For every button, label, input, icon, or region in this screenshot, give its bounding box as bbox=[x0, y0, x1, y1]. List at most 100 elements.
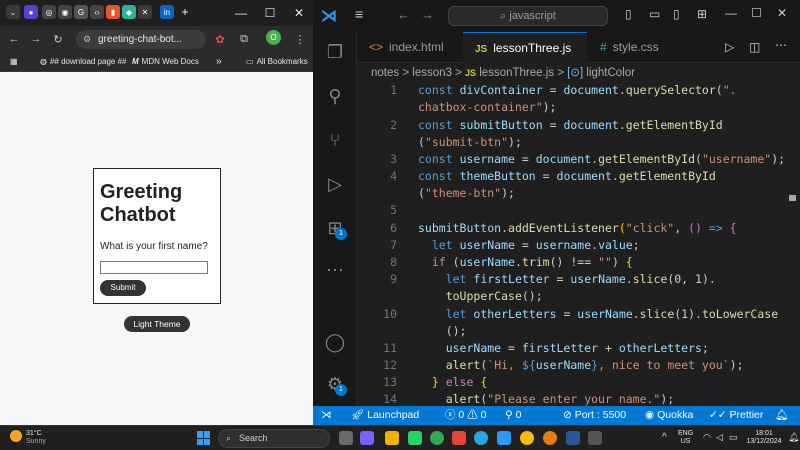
split-editor-icon[interactable]: ◫ bbox=[749, 40, 760, 54]
search-icon[interactable]: ⚲ bbox=[323, 84, 347, 108]
tab-favicon[interactable]: G bbox=[74, 5, 88, 19]
menu-kebab-icon[interactable]: ⋮ bbox=[292, 31, 308, 47]
tab-index-html[interactable]: <> index.html bbox=[357, 32, 462, 63]
notifications-icon[interactable]: 🔔︎ bbox=[788, 433, 799, 442]
tab-favicon[interactable]: ‹› bbox=[90, 5, 104, 19]
whatsapp-icon[interactable] bbox=[408, 431, 422, 445]
source-control-icon[interactable]: ⑂ bbox=[323, 128, 347, 152]
word-icon[interactable] bbox=[566, 431, 580, 445]
weather-temp: 31°C bbox=[26, 430, 42, 437]
more-icon[interactable]: ⋯ bbox=[323, 258, 347, 282]
customize-layout-icon[interactable]: ⊞ bbox=[697, 7, 707, 21]
volume-icon[interactable]: ◁ bbox=[716, 433, 723, 442]
chrome-taskbar-icon[interactable] bbox=[430, 431, 444, 445]
tab-lessonthree-js[interactable]: JS lessonThree.js bbox=[463, 32, 587, 63]
tab-style-css[interactable]: # style.css bbox=[588, 32, 684, 63]
language-bottom: US bbox=[680, 438, 691, 445]
toggle-panel-icon[interactable]: ▭ bbox=[649, 7, 660, 21]
minimize-icon[interactable]: — bbox=[725, 6, 737, 20]
app-taskbar-icon[interactable] bbox=[452, 431, 466, 445]
bookmark-download-page[interactable]: ◍ ## download page ## bbox=[40, 56, 127, 68]
windows-start-icon[interactable] bbox=[197, 431, 211, 445]
line-number: 1 bbox=[390, 83, 397, 97]
command-search[interactable]: ⌕ javascript bbox=[448, 6, 608, 26]
breadcrumb-item[interactable]: lightColor bbox=[586, 67, 635, 79]
tab-favicon[interactable]: ◆ bbox=[122, 5, 136, 19]
blender-icon[interactable] bbox=[543, 431, 557, 445]
nav-back-icon[interactable]: ← bbox=[397, 7, 410, 22]
copilot-icon[interactable] bbox=[360, 431, 374, 445]
site-info-icon[interactable]: ⚙ bbox=[83, 30, 91, 49]
telegram-icon[interactable] bbox=[474, 431, 488, 445]
more-bookmarks-button[interactable]: » bbox=[216, 56, 222, 68]
vscode-taskbar-icon[interactable] bbox=[497, 431, 511, 445]
page-title: Greeting Chatbot bbox=[100, 181, 183, 226]
submit-button[interactable]: Submit bbox=[100, 280, 146, 296]
minimize-icon[interactable]: — bbox=[232, 4, 250, 22]
remote-icon[interactable]: ⋊ bbox=[321, 406, 332, 425]
run-icon[interactable]: ▷ bbox=[725, 40, 734, 54]
reload-icon[interactable]: ↻ bbox=[50, 31, 66, 47]
toggle-secondary-sidebar-icon[interactable]: ▯ bbox=[673, 7, 680, 21]
maximize-icon[interactable]: ☐ bbox=[751, 6, 762, 20]
task-view-icon[interactable] bbox=[339, 431, 353, 445]
launchpad-button[interactable]: 🚀︎ Launchpad bbox=[351, 406, 419, 425]
code-line: submitButton.addEventListener("click", (… bbox=[418, 221, 737, 235]
back-icon[interactable]: ← bbox=[6, 31, 22, 47]
run-debug-icon[interactable]: ▷ bbox=[323, 172, 347, 196]
wifi-icon[interactable]: ◠ bbox=[703, 433, 711, 442]
tab-favicon[interactable]: ◎ bbox=[42, 5, 56, 19]
linkedin-tab-icon[interactable]: in bbox=[160, 5, 174, 19]
breadcrumb-item[interactable]: lesson3 bbox=[412, 67, 452, 79]
toggle-sidebar-icon[interactable]: ▯ bbox=[625, 7, 632, 21]
breadcrumb-item[interactable]: lessonThree.js bbox=[479, 67, 554, 79]
weather-widget[interactable]: 31°C Sunny bbox=[26, 430, 46, 446]
tab-favicon[interactable]: ● bbox=[24, 5, 38, 19]
ports-button[interactable]: ⚲ 0 bbox=[505, 406, 521, 425]
chrome-profile-taskbar-icon[interactable] bbox=[520, 431, 534, 445]
tab-favicon[interactable]: ◉ bbox=[58, 5, 72, 19]
problems-button[interactable]: ⓧ 0 ⚠ 0 bbox=[445, 406, 486, 425]
menu-hamburger-icon[interactable]: ≡ bbox=[355, 6, 363, 22]
breadcrumb-item[interactable]: notes bbox=[371, 67, 399, 79]
more-actions-icon[interactable]: ⋯ bbox=[775, 38, 787, 52]
username-input[interactable] bbox=[100, 261, 208, 274]
quokka-button[interactable]: ◉ Quokka bbox=[645, 406, 693, 425]
extension-icon[interactable]: ✿ bbox=[212, 31, 228, 47]
nav-forward-icon[interactable]: → bbox=[421, 7, 434, 22]
forward-icon[interactable]: → bbox=[28, 31, 44, 47]
clock[interactable]: 18:01 13/12/2024 bbox=[744, 430, 784, 446]
language-indicator[interactable]: ENG US bbox=[678, 430, 693, 446]
prettier-button[interactable]: ✓✓ Prettier bbox=[709, 406, 763, 425]
profile-avatar[interactable]: O bbox=[266, 30, 281, 45]
theme-button[interactable]: Light Theme bbox=[124, 316, 190, 332]
extensions-puzzle-icon[interactable]: ⧉ bbox=[236, 31, 252, 47]
notifications-bell-icon[interactable]: 🔔︎ bbox=[775, 406, 788, 425]
weather-sun-icon[interactable] bbox=[10, 430, 22, 442]
explorer-icon[interactable]: ❐ bbox=[323, 40, 347, 64]
tab-search-icon[interactable]: ⌄ bbox=[6, 5, 20, 19]
close-icon[interactable]: ✕ bbox=[777, 6, 787, 20]
accounts-icon[interactable]: ◯ bbox=[323, 330, 347, 354]
close-tab-icon[interactable]: ✕ bbox=[138, 5, 152, 19]
breadcrumb-separator: > bbox=[455, 67, 462, 79]
editor-scrollbar[interactable] bbox=[789, 195, 796, 201]
bookmark-mdn[interactable]: M MDN Web Docs bbox=[132, 56, 199, 68]
app-taskbar-icon[interactable] bbox=[588, 431, 602, 445]
new-tab-icon[interactable]: + bbox=[178, 5, 192, 19]
file-explorer-icon[interactable] bbox=[385, 431, 399, 445]
code-line: if (userName.trim() !== "") { bbox=[431, 255, 633, 269]
code-editor[interactable]: 1 2 3 4 5 6 7 8 9 10 11 12 13 14 const d… bbox=[357, 83, 800, 406]
ports-icon: ⚲ bbox=[505, 409, 513, 421]
live-server-button[interactable]: ⊘ Port : 5500 bbox=[563, 406, 626, 425]
code-line: const username = document.getElementById… bbox=[418, 152, 786, 166]
tab-favicon[interactable]: ▮ bbox=[106, 5, 120, 19]
apps-grid-icon[interactable]: ▦ bbox=[10, 56, 18, 68]
taskbar-search[interactable]: ⌕ Search bbox=[218, 429, 330, 448]
address-bar[interactable]: ⚙ greeting-chat-bot... bbox=[76, 30, 206, 49]
maximize-icon[interactable]: ☐ bbox=[261, 4, 279, 22]
close-icon[interactable]: ✕ bbox=[290, 4, 308, 22]
tray-chevron-icon[interactable]: ^ bbox=[662, 433, 667, 443]
battery-icon[interactable]: ▭ bbox=[729, 433, 738, 442]
all-bookmarks-button[interactable]: ▭ All Bookmarks bbox=[246, 56, 308, 68]
